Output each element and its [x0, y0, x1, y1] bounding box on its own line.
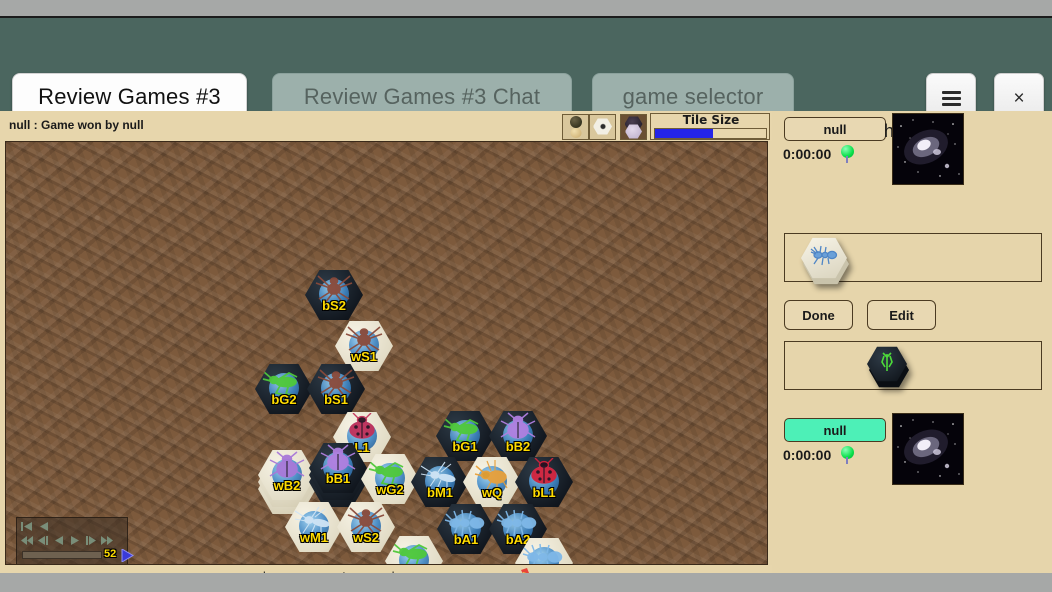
playback-row-first — [21, 521, 49, 532]
app-header: Review Games #3 Review Games #3 Chat gam… — [0, 18, 1052, 123]
grasshopper-icon — [881, 352, 893, 371]
game-applet: null : Game won by null Tile Size bS2 wS… — [0, 111, 1052, 589]
tile-size-label: Tile Size — [682, 113, 740, 127]
game-board[interactable]: bS2 wS1 bG2 bS1 L1 wB2 bB1 wG2 bG1 bB2 b… — [5, 141, 768, 565]
tile-size-slider[interactable] — [654, 128, 767, 139]
tile-label: bB1 — [325, 471, 351, 486]
tile-label: bM1 — [427, 485, 453, 500]
tile-label: wB2 — [273, 478, 301, 493]
fast-forward-icon[interactable] — [101, 535, 113, 546]
tile-label: wS2 — [352, 530, 379, 545]
game-status-text: null : Game won by null — [9, 118, 144, 132]
app-root: Review Games #3 Review Games #3 Chat gam… — [0, 0, 1052, 592]
tray-tile-black-grasshopper[interactable] — [867, 346, 909, 388]
tile-label: bL1 — [532, 485, 556, 500]
done-button-label: Done — [802, 307, 835, 323]
top-player-status-pin-icon — [841, 145, 855, 163]
hex-tile[interactable]: bB2 — [489, 411, 547, 461]
edit-button-label: Edit — [889, 307, 914, 323]
hex-tile[interactable]: bG1 — [436, 411, 494, 461]
window-bottom-strip — [0, 573, 1052, 592]
edit-button[interactable]: Edit — [867, 300, 936, 330]
bottom-player-status-pin-icon — [841, 446, 855, 464]
bottom-player-clock: 0:00:00 — [783, 446, 832, 463]
window-top-strip — [0, 0, 1052, 16]
next-frame-icon[interactable] — [85, 535, 97, 546]
prev-frame-icon[interactable] — [37, 535, 49, 546]
galaxy-image — [893, 114, 963, 184]
hex-tile[interactable]: bM1 — [411, 457, 469, 507]
playback-controls[interactable]: 52 — [16, 517, 134, 564]
chip-coin-icon[interactable] — [562, 114, 589, 140]
tile-label: bS2 — [322, 298, 346, 313]
hex-tile[interactable]: wS2 — [337, 502, 395, 552]
tile-size-slider-fill — [655, 129, 713, 138]
done-button[interactable]: Done — [784, 300, 853, 330]
ant-icon — [810, 245, 838, 266]
galaxy-image — [893, 414, 963, 484]
playback-move-number: 52 — [104, 548, 117, 560]
tile-label: wS1 — [350, 349, 377, 364]
step-back-icon[interactable] — [53, 535, 65, 546]
tab-label: Review Games #3 Chat — [303, 84, 541, 109]
hamburger-icon — [941, 88, 961, 109]
tab-label: game selector — [622, 84, 764, 109]
board-panel: null : Game won by null Tile Size bS2 wS… — [0, 111, 772, 589]
tile-label: wQ — [481, 485, 503, 500]
tile-size-control[interactable]: Tile Size — [650, 113, 770, 140]
step-back-fast-icon[interactable] — [37, 521, 49, 532]
bottom-player-tray[interactable] — [784, 341, 1042, 390]
top-player-avatar[interactable] — [892, 113, 964, 185]
hex-tile[interactable]: wQ — [463, 457, 521, 507]
top-player-tray[interactable] — [784, 233, 1042, 285]
skip-to-start-icon[interactable] — [21, 521, 33, 532]
chip-white-tile-icon[interactable] — [589, 114, 616, 140]
tile-label: bG2 — [271, 392, 297, 407]
hex-tile[interactable]: bS2 — [305, 270, 363, 320]
tile-label: bS1 — [324, 392, 348, 407]
tile-label: bA1 — [453, 532, 479, 547]
tab-label: Review Games #3 — [38, 84, 221, 109]
step-forward-icon[interactable] — [69, 535, 81, 546]
bottom-player-name[interactable]: null — [784, 418, 886, 442]
top-player-clock: 0:00:00 — [783, 145, 832, 162]
top-player-name[interactable]: null — [784, 117, 886, 141]
tray-tile-white-ant[interactable] — [801, 237, 849, 285]
top-player-clock-row: 0:00:00 — [783, 145, 855, 163]
tile-label: wG2 — [376, 482, 404, 497]
rewind-icon[interactable] — [21, 535, 33, 546]
bottom-player-name-label: null — [823, 422, 847, 438]
hex-tile[interactable]: bL1 — [515, 457, 573, 507]
chip-black-tile-icon[interactable] — [620, 114, 647, 140]
hex-tile[interactable] — [385, 536, 443, 564]
hex-tile[interactable]: bG2 — [255, 364, 313, 414]
grasshopper-icon — [392, 543, 428, 564]
playback-progress-bar[interactable] — [22, 551, 102, 559]
game-status-bar: null : Game won by null Tile Size — [0, 111, 772, 141]
tile-label: bB2 — [505, 439, 531, 454]
top-player-name-label: null — [823, 121, 847, 137]
close-icon: × — [1013, 87, 1025, 109]
play-icon[interactable] — [121, 549, 134, 562]
playback-row-second — [21, 535, 113, 546]
tile-label: bG1 — [452, 439, 478, 454]
hex-tile[interactable]: bA1 — [437, 504, 495, 554]
tile-label: wM1 — [299, 530, 329, 545]
bottom-player-avatar[interactable] — [892, 413, 964, 485]
bottom-player-clock-row: 0:00:00 — [783, 446, 855, 464]
